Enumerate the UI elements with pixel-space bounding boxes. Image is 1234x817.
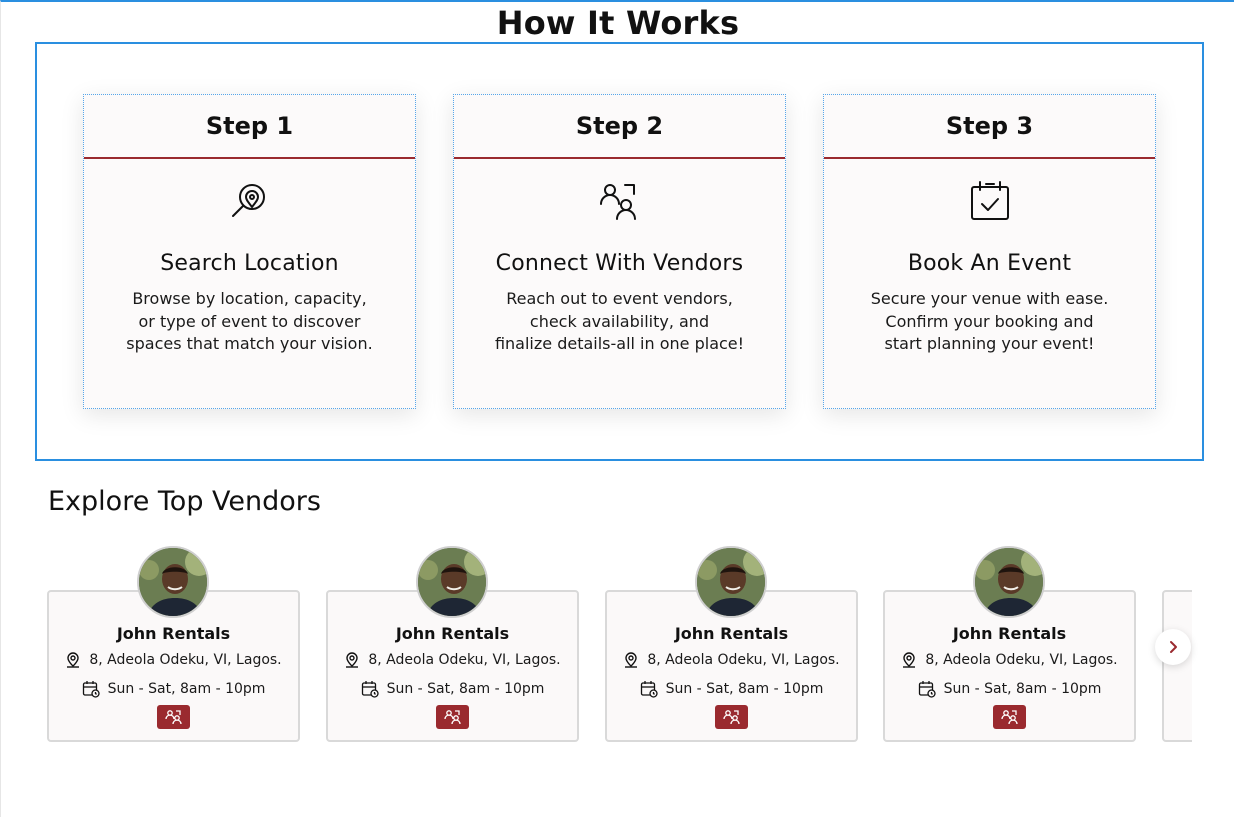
vendor-hours: Sun - Sat, 8am - 10pm xyxy=(386,681,545,697)
calendar-clock-icon xyxy=(640,681,658,698)
vendor-hours-row: Sun - Sat, 8am - 10pm xyxy=(49,680,298,698)
search-location-icon xyxy=(226,177,274,225)
location-pin-icon xyxy=(903,652,916,668)
how-it-works-title: How It Works xyxy=(496,4,740,42)
vendor-hours: Sun - Sat, 8am - 10pm xyxy=(943,681,1102,697)
vendors-title: Explore Top Vendors xyxy=(48,486,321,517)
vendor-name: John Rentals xyxy=(395,624,510,643)
step-title: Search Location xyxy=(160,251,339,276)
people-icon xyxy=(443,710,461,725)
vendor-hours-row: Sun - Sat, 8am - 10pm xyxy=(885,680,1134,698)
vendor-name: John Rentals xyxy=(952,624,1067,643)
people-icon xyxy=(722,710,740,725)
calendar-check-icon xyxy=(966,177,1014,225)
vendor-avatar xyxy=(137,546,209,618)
vendor-avatar xyxy=(695,546,767,618)
vendor-address: 8, Adeola Odeku, VI, Lagos. xyxy=(925,652,1118,668)
vendor-name: John Rentals xyxy=(116,624,231,643)
vendor-address: 8, Adeola Odeku, VI, Lagos. xyxy=(89,652,282,668)
vendor-connect-button[interactable] xyxy=(993,705,1026,729)
step-description: Browse by location, capacity, or type of… xyxy=(126,289,373,353)
vendor-address-row: 8, Adeola Odeku, VI, Lagos. xyxy=(607,652,856,668)
vendor-address: 8, Adeola Odeku, VI, Lagos. xyxy=(647,652,840,668)
vendor-card-partial[interactable] xyxy=(1162,590,1192,742)
vendor-hours-row: Sun - Sat, 8am - 10pm xyxy=(607,680,856,698)
step-card-2: Step 2 Connect With Vendors Reach out to… xyxy=(453,94,786,409)
step-card-1: Step 1 Search Location Browse by locatio… xyxy=(83,94,416,409)
vendor-avatar xyxy=(416,546,488,618)
step-card-3: Step 3 Book An Event Secure your venue w… xyxy=(823,94,1156,409)
people-icon xyxy=(1000,710,1018,725)
vendor-connect-button[interactable] xyxy=(157,705,190,729)
step-title: Book An Event xyxy=(907,251,1072,276)
vendor-connect-button[interactable] xyxy=(436,705,469,729)
step-description: Secure your venue with ease. Confirm you… xyxy=(870,289,1109,353)
location-pin-icon xyxy=(346,652,359,668)
carousel-next-button[interactable] xyxy=(1155,629,1191,665)
vendor-address-row: 8, Adeola Odeku, VI, Lagos. xyxy=(49,652,298,668)
step-label: Step 3 xyxy=(824,95,1155,159)
vendor-hours: Sun - Sat, 8am - 10pm xyxy=(107,681,266,697)
vendor-address-row: 8, Adeola Odeku, VI, Lagos. xyxy=(328,652,577,668)
step-description: Reach out to event vendors, check availa… xyxy=(494,289,745,353)
vendor-avatar xyxy=(973,546,1045,618)
step-label: Step 1 xyxy=(84,95,415,159)
people-icon xyxy=(164,710,182,725)
vendor-hours: Sun - Sat, 8am - 10pm xyxy=(665,681,824,697)
calendar-clock-icon xyxy=(361,681,379,698)
location-pin-icon xyxy=(625,652,638,668)
calendar-clock-icon xyxy=(82,681,100,698)
calendar-clock-icon xyxy=(918,681,936,698)
people-icon xyxy=(596,177,644,225)
vendor-address: 8, Adeola Odeku, VI, Lagos. xyxy=(368,652,561,668)
vendor-address-row: 8, Adeola Odeku, VI, Lagos. xyxy=(885,652,1134,668)
vendor-name: John Rentals xyxy=(674,624,789,643)
chevron-right-icon xyxy=(1170,641,1177,653)
step-label: Step 2 xyxy=(454,95,785,159)
vendor-hours-row: Sun - Sat, 8am - 10pm xyxy=(328,680,577,698)
step-title: Connect With Vendors xyxy=(495,251,744,276)
vendor-carousel: John Rentals 8, Adeola Odeku, VI, Lagos.… xyxy=(47,544,1192,749)
vendor-connect-button[interactable] xyxy=(715,705,748,729)
location-pin-icon xyxy=(67,652,80,668)
